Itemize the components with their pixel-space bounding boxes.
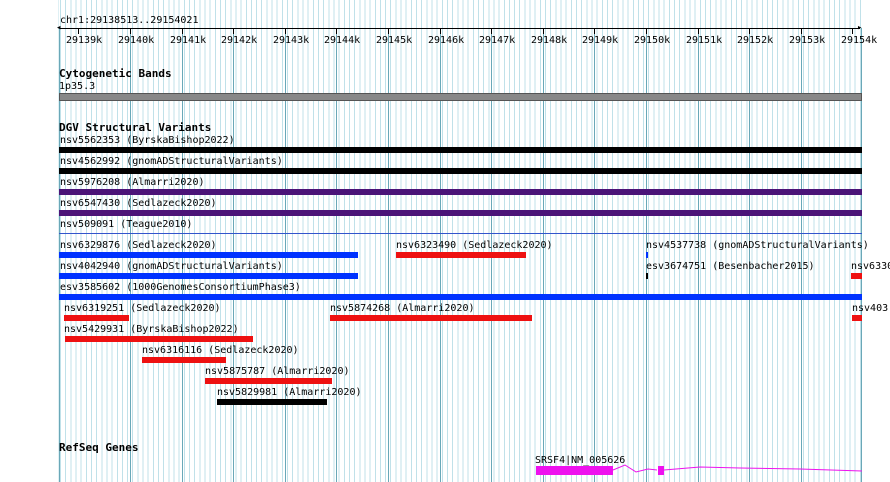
- genome-browser: chr1:29138513..29154021 ◂ ▸ 29139k 29140…: [0, 0, 890, 482]
- gene-model[interactable]: [0, 0, 890, 482]
- exon-block: [536, 466, 613, 475]
- exon-block: [658, 466, 664, 475]
- intron-line: [612, 464, 658, 473]
- intron-line: [663, 466, 863, 472]
